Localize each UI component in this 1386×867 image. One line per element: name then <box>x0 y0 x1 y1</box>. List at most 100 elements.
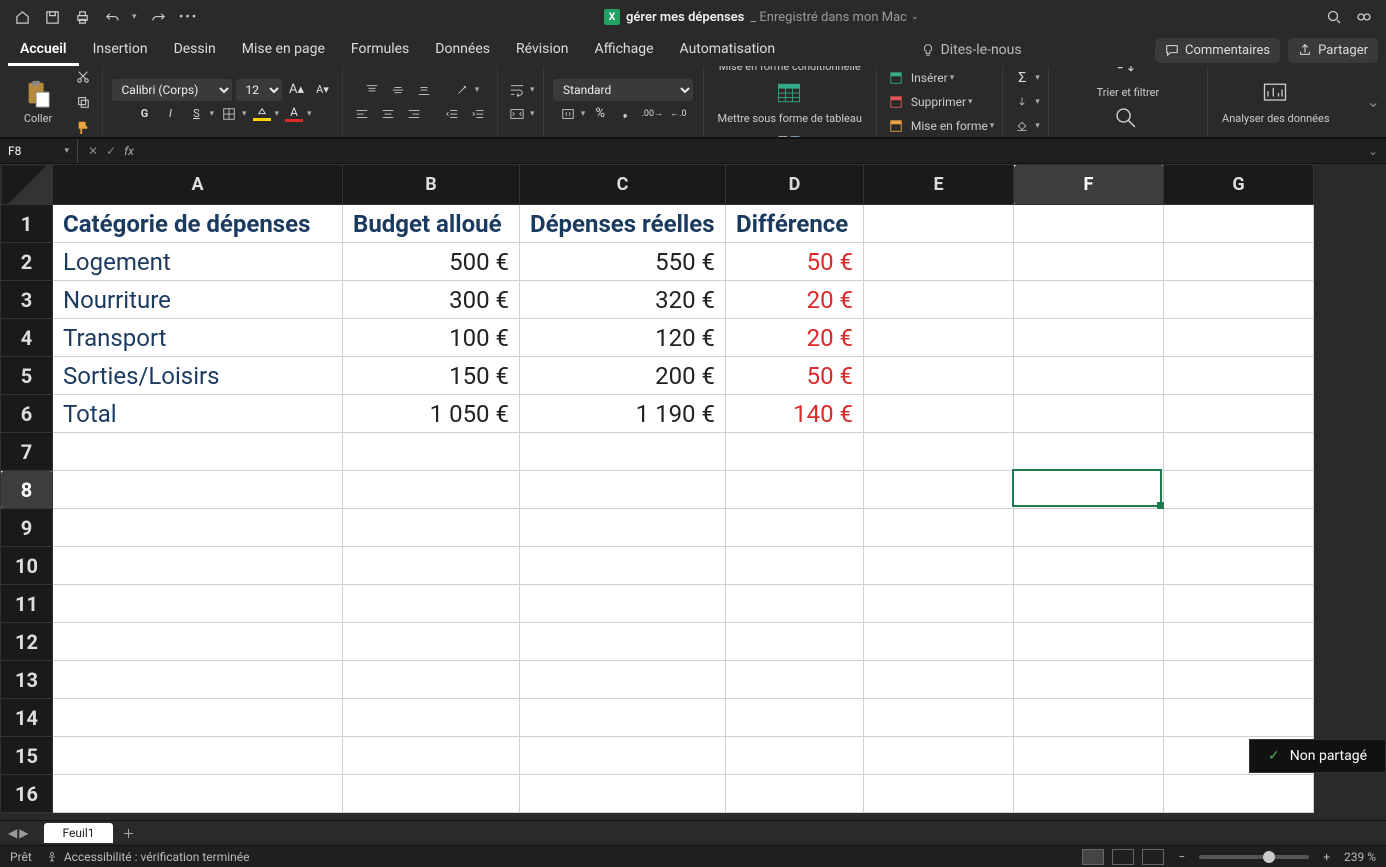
cell-C4[interactable]: 120 € <box>520 319 726 357</box>
cell-F3[interactable] <box>1014 281 1164 319</box>
comments-button[interactable]: Commentaires <box>1155 38 1280 63</box>
conditional-formatting-button[interactable]: Mise en forme conditionnelle <box>713 66 867 75</box>
cell-C14[interactable] <box>520 699 726 737</box>
redo-icon[interactable] <box>151 9 167 25</box>
zoom-slider-thumb[interactable] <box>1263 851 1275 863</box>
ribbon-tab-affichage[interactable]: Affichage <box>583 35 666 66</box>
print-icon[interactable] <box>74 9 90 25</box>
cell-B9[interactable] <box>343 509 520 547</box>
cell-D5[interactable]: 50 € <box>726 357 864 395</box>
cell-E6[interactable] <box>864 395 1014 433</box>
align-middle-icon[interactable] <box>387 79 409 101</box>
comma-icon[interactable] <box>615 103 637 125</box>
cell-E9[interactable] <box>864 509 1014 547</box>
number-format-select[interactable]: Standard <box>553 79 693 101</box>
fill-color-dropdown-icon[interactable]: ▾ <box>275 109 280 119</box>
cell-A3[interactable]: Nourriture <box>53 281 343 319</box>
paste-button[interactable]: Coller <box>8 77 68 127</box>
cell-B8[interactable] <box>343 471 520 509</box>
cell-E11[interactable] <box>864 585 1014 623</box>
cell-D16[interactable] <box>726 775 864 813</box>
row-header-2[interactable]: 2 <box>1 243 53 281</box>
cell-E16[interactable] <box>864 775 1014 813</box>
cell-G11[interactable] <box>1164 585 1314 623</box>
autosum-icon[interactable]: Σ <box>1011 67 1033 89</box>
row-header-8[interactable]: 8 <box>1 471 53 509</box>
borders-dropdown-icon[interactable]: ▾ <box>242 109 247 119</box>
ribbon-collapse-icon[interactable]: ⌄ <box>1361 66 1386 137</box>
cell-G10[interactable] <box>1164 547 1314 585</box>
cell-A6[interactable]: Total <box>53 395 343 433</box>
cell-B1[interactable]: Budget alloué <box>343 205 520 243</box>
sort-filter-button[interactable]: Trier et filtrer <box>1091 66 1166 101</box>
cell-B2[interactable]: 500 € <box>343 243 520 281</box>
clear-icon[interactable] <box>1011 115 1033 137</box>
orientation-dropdown-icon[interactable]: ▾ <box>475 85 480 95</box>
normal-view-icon[interactable] <box>1082 849 1104 865</box>
spreadsheet-grid[interactable]: ABCDEFG1Catégorie de dépensesBudget allo… <box>0 164 1386 820</box>
accessibility-status[interactable]: Accessibilité : vérification terminée <box>46 850 250 864</box>
cancel-formula-icon[interactable]: ✕ <box>88 144 98 158</box>
cell-F12[interactable] <box>1014 623 1164 661</box>
cell-B15[interactable] <box>343 737 520 775</box>
row-header-16[interactable]: 16 <box>1 775 53 813</box>
column-header-G[interactable]: G <box>1164 165 1314 205</box>
cell-C1[interactable]: Dépenses réelles <box>520 205 726 243</box>
cell-G3[interactable] <box>1164 281 1314 319</box>
cell-B6[interactable]: 1 050 € <box>343 395 520 433</box>
zoom-slider[interactable] <box>1199 855 1309 859</box>
cell-E2[interactable] <box>864 243 1014 281</box>
align-top-icon[interactable] <box>361 79 383 101</box>
undo-icon[interactable] <box>104 9 120 25</box>
cell-C5[interactable]: 200 € <box>520 357 726 395</box>
cell-G14[interactable] <box>1164 699 1314 737</box>
row-header-5[interactable]: 5 <box>1 357 53 395</box>
italic-button[interactable]: I <box>159 103 181 125</box>
cell-E3[interactable] <box>864 281 1014 319</box>
cell-A10[interactable] <box>53 547 343 585</box>
fx-icon[interactable]: fx <box>124 144 134 158</box>
increase-decimal-icon[interactable]: .00→ <box>641 103 663 125</box>
fill-dropdown-icon[interactable]: ▾ <box>1035 97 1040 107</box>
ribbon-tab-formules[interactable]: Formules <box>339 35 421 66</box>
column-header-D[interactable]: D <box>726 165 864 205</box>
cell-E15[interactable] <box>864 737 1014 775</box>
cell-F4[interactable] <box>1014 319 1164 357</box>
cell-E13[interactable] <box>864 661 1014 699</box>
accounting-dropdown-icon[interactable]: ▾ <box>581 109 586 119</box>
cell-A14[interactable] <box>53 699 343 737</box>
cell-B12[interactable] <box>343 623 520 661</box>
title-dropdown-icon[interactable]: ⌄ <box>911 12 919 22</box>
row-header-14[interactable]: 14 <box>1 699 53 737</box>
cell-A4[interactable]: Transport <box>53 319 343 357</box>
cell-D14[interactable] <box>726 699 864 737</box>
cell-E4[interactable] <box>864 319 1014 357</box>
decrease-font-icon[interactable]: A▾ <box>312 79 334 101</box>
row-header-9[interactable]: 9 <box>1 509 53 547</box>
cell-C13[interactable] <box>520 661 726 699</box>
cell-A9[interactable] <box>53 509 343 547</box>
zoom-in-button[interactable]: + <box>1317 850 1336 864</box>
cell-F7[interactable] <box>1014 433 1164 471</box>
decrease-indent-icon[interactable] <box>441 103 463 125</box>
wrap-dropdown-icon[interactable]: ▾ <box>530 85 535 95</box>
accounting-format-icon[interactable] <box>557 103 579 125</box>
home-icon[interactable] <box>14 9 30 25</box>
cell-A13[interactable] <box>53 661 343 699</box>
copilot-icon[interactable] <box>1356 9 1372 25</box>
add-sheet-button[interactable]: ＋ <box>113 825 145 842</box>
format-painter-icon[interactable] <box>72 116 94 138</box>
cell-C6[interactable]: 1 190 € <box>520 395 726 433</box>
align-left-icon[interactable] <box>351 103 373 125</box>
zoom-out-button[interactable]: − <box>1172 850 1191 864</box>
cell-F16[interactable] <box>1014 775 1164 813</box>
column-header-E[interactable]: E <box>864 165 1014 205</box>
cell-D6[interactable]: 140 € <box>726 395 864 433</box>
row-header-7[interactable]: 7 <box>1 433 53 471</box>
fill-color-icon[interactable] <box>251 103 273 125</box>
cell-F9[interactable] <box>1014 509 1164 547</box>
ribbon-tab-dessin[interactable]: Dessin <box>162 35 228 66</box>
cell-E5[interactable] <box>864 357 1014 395</box>
ribbon-tab-mise-en-page[interactable]: Mise en page <box>230 35 337 66</box>
cell-F13[interactable] <box>1014 661 1164 699</box>
